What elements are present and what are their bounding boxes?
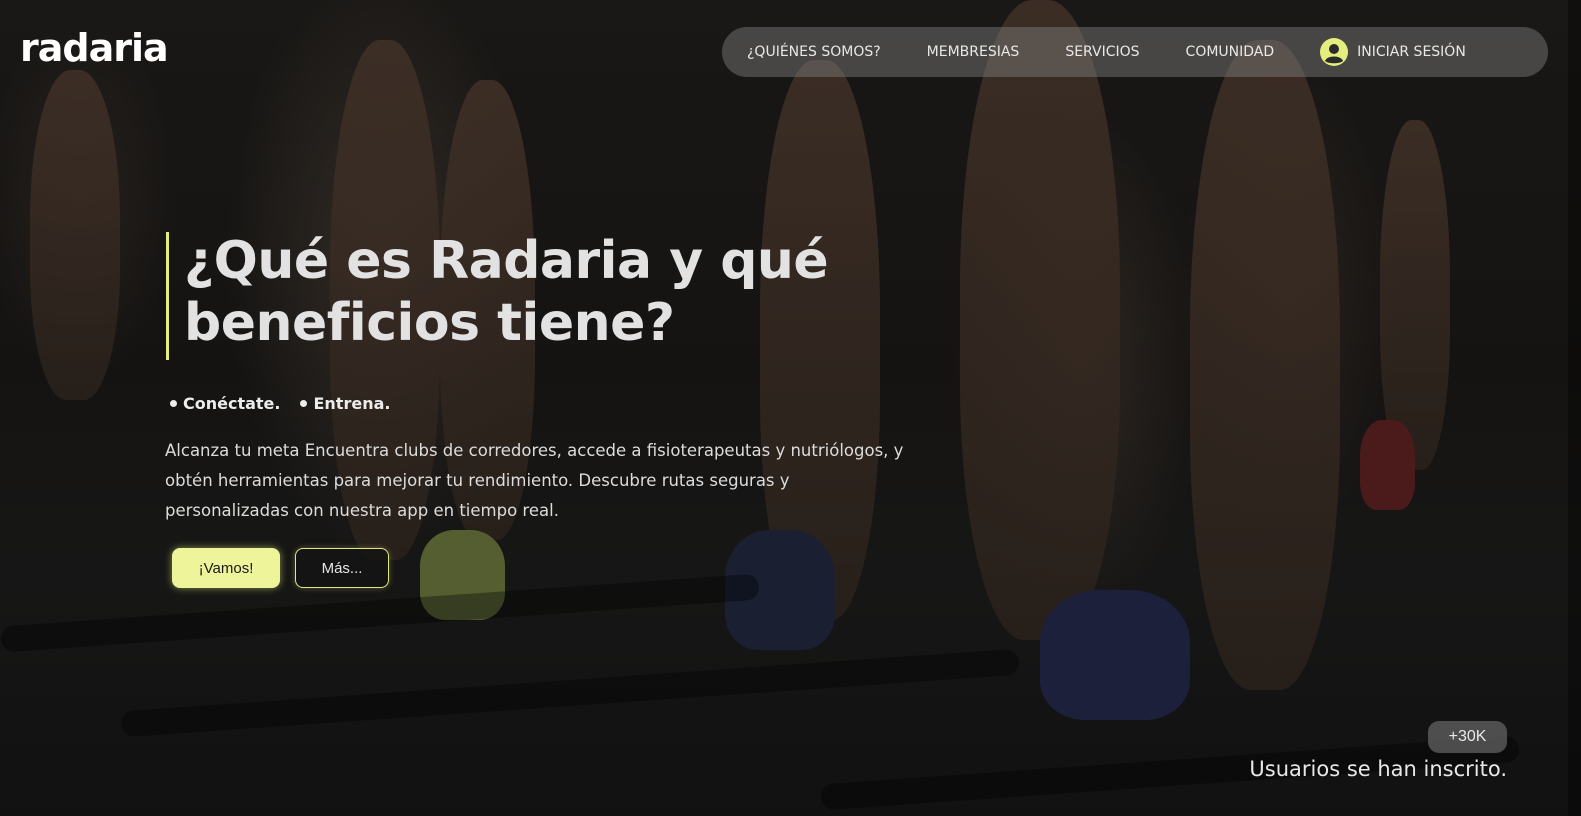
bullet-label: Entrena.: [313, 394, 391, 413]
mas-button[interactable]: Más...: [295, 548, 389, 588]
scrollbar[interactable]: [1568, 0, 1581, 816]
bullet-dot-icon: [300, 400, 308, 407]
bullet-dot-icon: [170, 400, 177, 407]
page-title-line-1: ¿Qué es Radaria y qué: [184, 231, 829, 291]
user-count-label: Usuarios se han inscrito.: [1249, 757, 1507, 781]
top-nav: ¿QUIÉNES SOMOS? MEMBRESIAS SERVICIOS COM…: [722, 27, 1548, 77]
nav-item-quienes-somos[interactable]: ¿QUIÉNES SOMOS?: [747, 44, 881, 60]
user-circle-icon: [1320, 38, 1349, 66]
login-label: INICIAR SESIÓN: [1357, 44, 1466, 60]
login-button[interactable]: INICIAR SESIÓN: [1320, 38, 1466, 66]
bullet-item: Conéctate.: [170, 394, 280, 413]
vamos-button[interactable]: ¡Vamos!: [172, 548, 280, 588]
nav-item-comunidad[interactable]: COMUNIDAD: [1186, 44, 1275, 60]
headline-block: ¿Qué es Radaria y qué beneficios tiene?: [166, 230, 829, 360]
bullet-item: Entrena.: [300, 394, 390, 413]
nav-item-servicios[interactable]: SERVICIOS: [1065, 44, 1139, 60]
user-count-badge: +30K: [1428, 721, 1507, 753]
hero-section: radaria ¿QUIÉNES SOMOS? MEMBRESIAS SERVI…: [0, 0, 1581, 816]
page-title: ¿Qué es Radaria y qué beneficios tiene?: [184, 230, 829, 354]
logo[interactable]: radaria: [20, 26, 169, 70]
nav-item-membresias[interactable]: MEMBRESIAS: [927, 44, 1020, 60]
bullet-label: Conéctate.: [183, 394, 281, 413]
feature-bullets: Conéctate. Entrena.: [170, 394, 410, 413]
hero-description: Alcanza tu meta Encuentra clubs de corre…: [165, 441, 904, 520]
page-title-line-2: beneficios tiene?: [184, 293, 675, 353]
